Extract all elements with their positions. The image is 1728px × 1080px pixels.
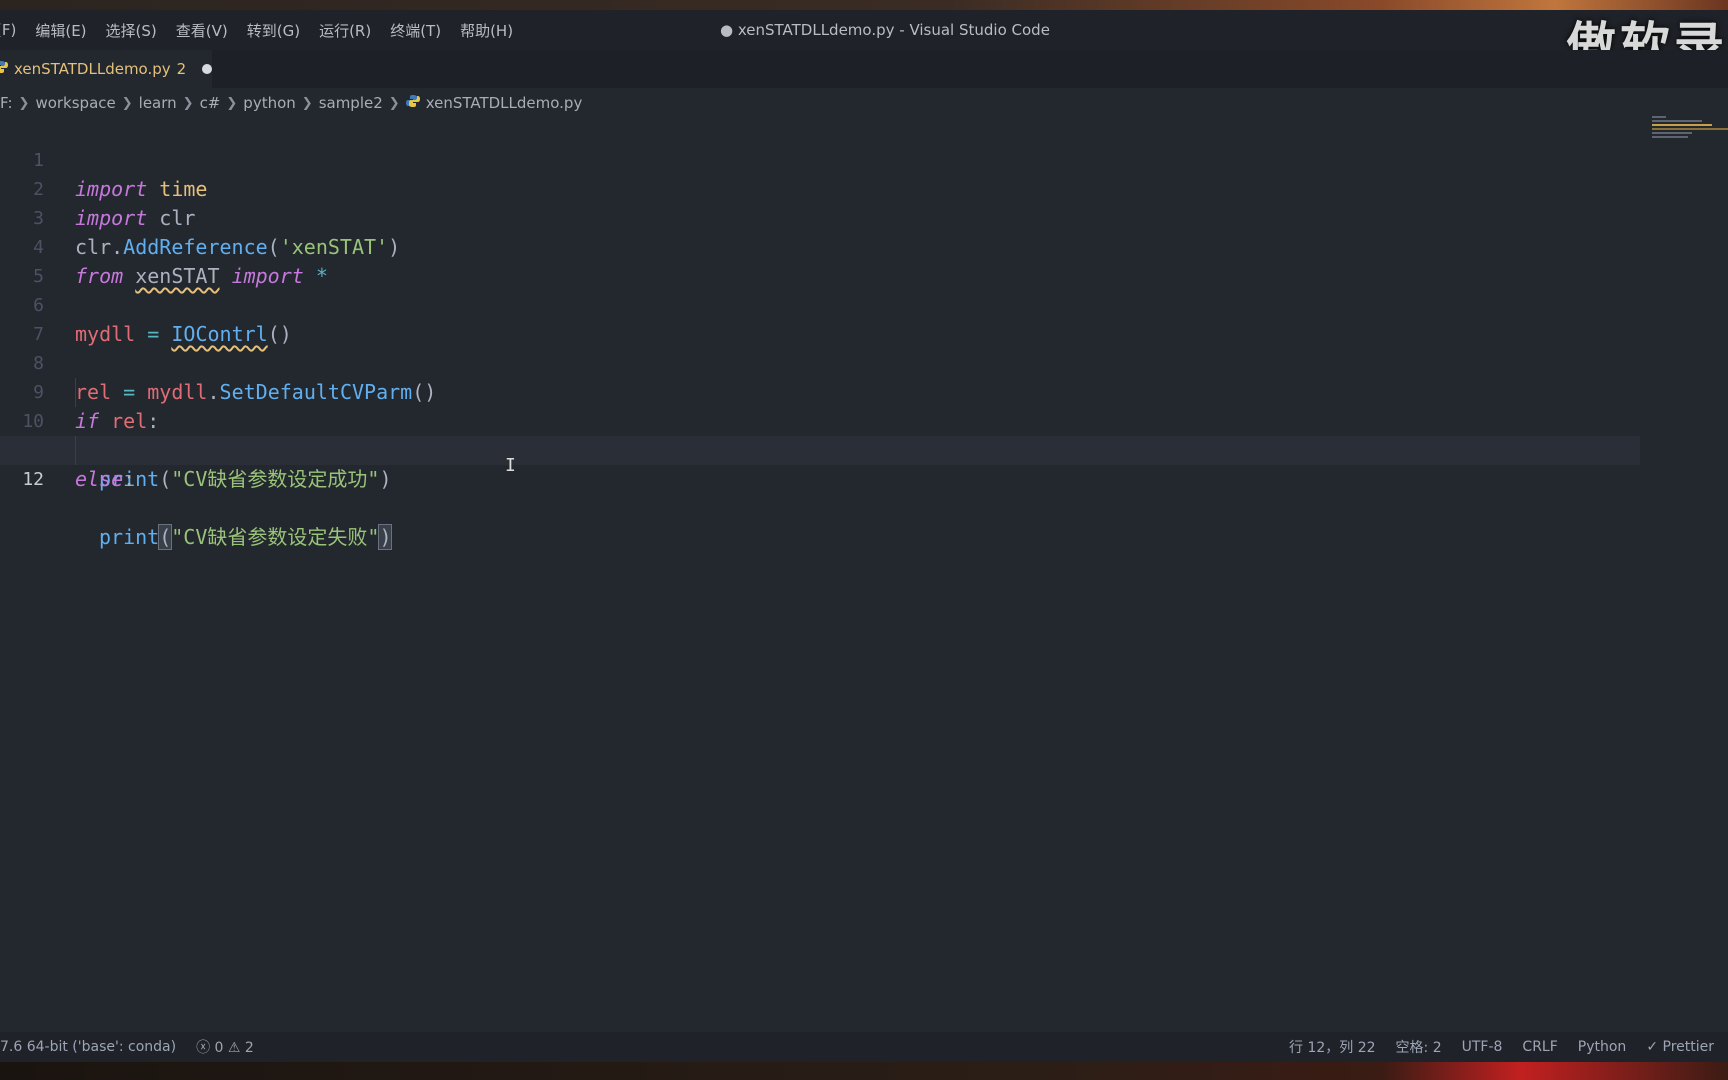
breadcrumb-drive[interactable]: F: [0,94,13,112]
menu-go[interactable]: 转到(G) [247,20,300,41]
background-frame-bottom [0,1062,1728,1080]
menu-view[interactable]: 查看(V) [176,20,228,41]
chevron-right-icon: ❯ [121,95,133,111]
menu-edit[interactable]: 编辑(E) [35,20,86,41]
end-of-line[interactable]: CRLF [1522,1039,1557,1055]
tab-xenstatdlldemo[interactable]: xenSTATDLLdemo.py 2 [0,50,212,88]
breadcrumb-sample2[interactable]: sample2 [319,94,383,112]
code-line[interactable]: 6 mydll = IOContrl() [0,262,1640,346]
code-line[interactable]: 1 import time [0,117,1640,201]
error-count: 0 [214,1040,224,1056]
punctuation: ( [159,467,172,491]
background-frame-top [0,0,1728,10]
bracket-match: ( [158,524,173,550]
code-line[interactable]: 2 import clr [0,146,1640,230]
python-file-icon [405,94,420,112]
code-line[interactable]: 9 if rel: [0,349,1640,433]
chevron-right-icon: ❯ [226,95,238,111]
breadcrumb-learn[interactable]: learn [139,94,177,112]
code-editor[interactable]: 1 import time 2 import clr 3 clr.AddRefe… [0,117,1728,1027]
unsaved-dot-icon[interactable] [202,64,212,74]
breadcrumb-csharp[interactable]: c# [200,94,221,112]
formatter-label: Prettier [1662,1039,1715,1055]
line-number: 12 [22,469,44,490]
python-file-icon [0,60,8,78]
check-icon: ✓ [1646,1039,1659,1055]
indent-guide [75,378,76,407]
function-name: print [99,525,160,549]
window-title: ● xenSTATDLLdemo.py - Visual Studio Code [720,21,1050,39]
code-line[interactable]: 7 [0,291,1640,345]
string-literal: "CV缺省参数设定失败" [171,525,380,549]
chevron-right-icon: ❯ [182,95,194,111]
code-line[interactable]: 4 from xenSTAT import * [0,204,1640,288]
indent-guide [75,436,76,465]
code-line[interactable]: 10 print("CV缺省参数设定成功") [0,378,1640,491]
breadcrumb-python[interactable]: python [243,94,295,112]
language-mode[interactable]: Python [1578,1039,1627,1055]
breadcrumb: F: ❯ workspace ❯ learn ❯ c# ❯ python ❯ s… [0,90,1728,116]
menu-help[interactable]: 帮助(H) [460,20,513,41]
chevron-right-icon: ❯ [18,95,30,111]
circle-x-icon: ⓧ [196,1040,211,1056]
problems-indicator[interactable]: ⓧ 0 ⚠ 2 [196,1037,254,1057]
menu-terminal[interactable]: 终端(T) [390,20,441,41]
menu-file[interactable]: (F) [0,21,16,39]
punctuation: : [123,467,136,491]
title-bar: (F) 编辑(E) 选择(S) 查看(V) 转到(G) 运行(R) 终端(T) … [0,10,1728,50]
tab-problem-count: 2 [176,60,187,78]
file-encoding[interactable]: UTF-8 [1462,1039,1503,1055]
warning-count: 2 [244,1040,254,1056]
code-line-current[interactable]: 12 print("CV缺省参数设定失败") [0,436,1640,550]
indentation[interactable]: 空格: 2 [1396,1037,1442,1057]
punctuation: ) [379,467,392,491]
menu-run[interactable]: 运行(R) [319,20,371,41]
menu-selection[interactable]: 选择(S) [106,20,157,41]
tab-filename: xenSTATDLLdemo.py [14,60,171,78]
bracket-match: ) [378,524,393,550]
code-line[interactable]: 3 clr.AddReference('xenSTAT') [0,175,1640,259]
triangle-warning-icon: ⚠ [227,1040,241,1056]
status-bar: 7.6 64-bit ('base': conda) ⓧ 0 ⚠ 2 行 12，… [0,1032,1728,1062]
prettier-status[interactable]: ✓ Prettier [1646,1039,1714,1055]
editor-tab-bar: xenSTATDLLdemo.py 2 [0,50,1728,88]
menu-bar: (F) 编辑(E) 选择(S) 查看(V) 转到(G) 运行(R) 终端(T) … [0,10,532,50]
code-line[interactable]: 5 [0,233,1640,287]
string-literal: "CV缺省参数设定成功" [171,467,380,491]
code-line[interactable]: 8 rel = mydll.SetDefaultCVParm() [0,320,1640,404]
breadcrumb-file[interactable]: xenSTATDLLdemo.py [426,94,583,112]
chevron-right-icon: ❯ [301,95,313,111]
chevron-right-icon: ❯ [388,95,400,111]
keyword: else [75,467,124,491]
breadcrumb-workspace[interactable]: workspace [35,94,115,112]
cursor-position[interactable]: 行 12，列 22 [1289,1037,1376,1057]
code-line[interactable]: 11 else: [0,407,1640,491]
python-interpreter[interactable]: 7.6 64-bit ('base': conda) [0,1039,176,1055]
mouse-ibeam-cursor-icon: I [505,455,516,476]
minimap[interactable] [1652,116,1728,150]
